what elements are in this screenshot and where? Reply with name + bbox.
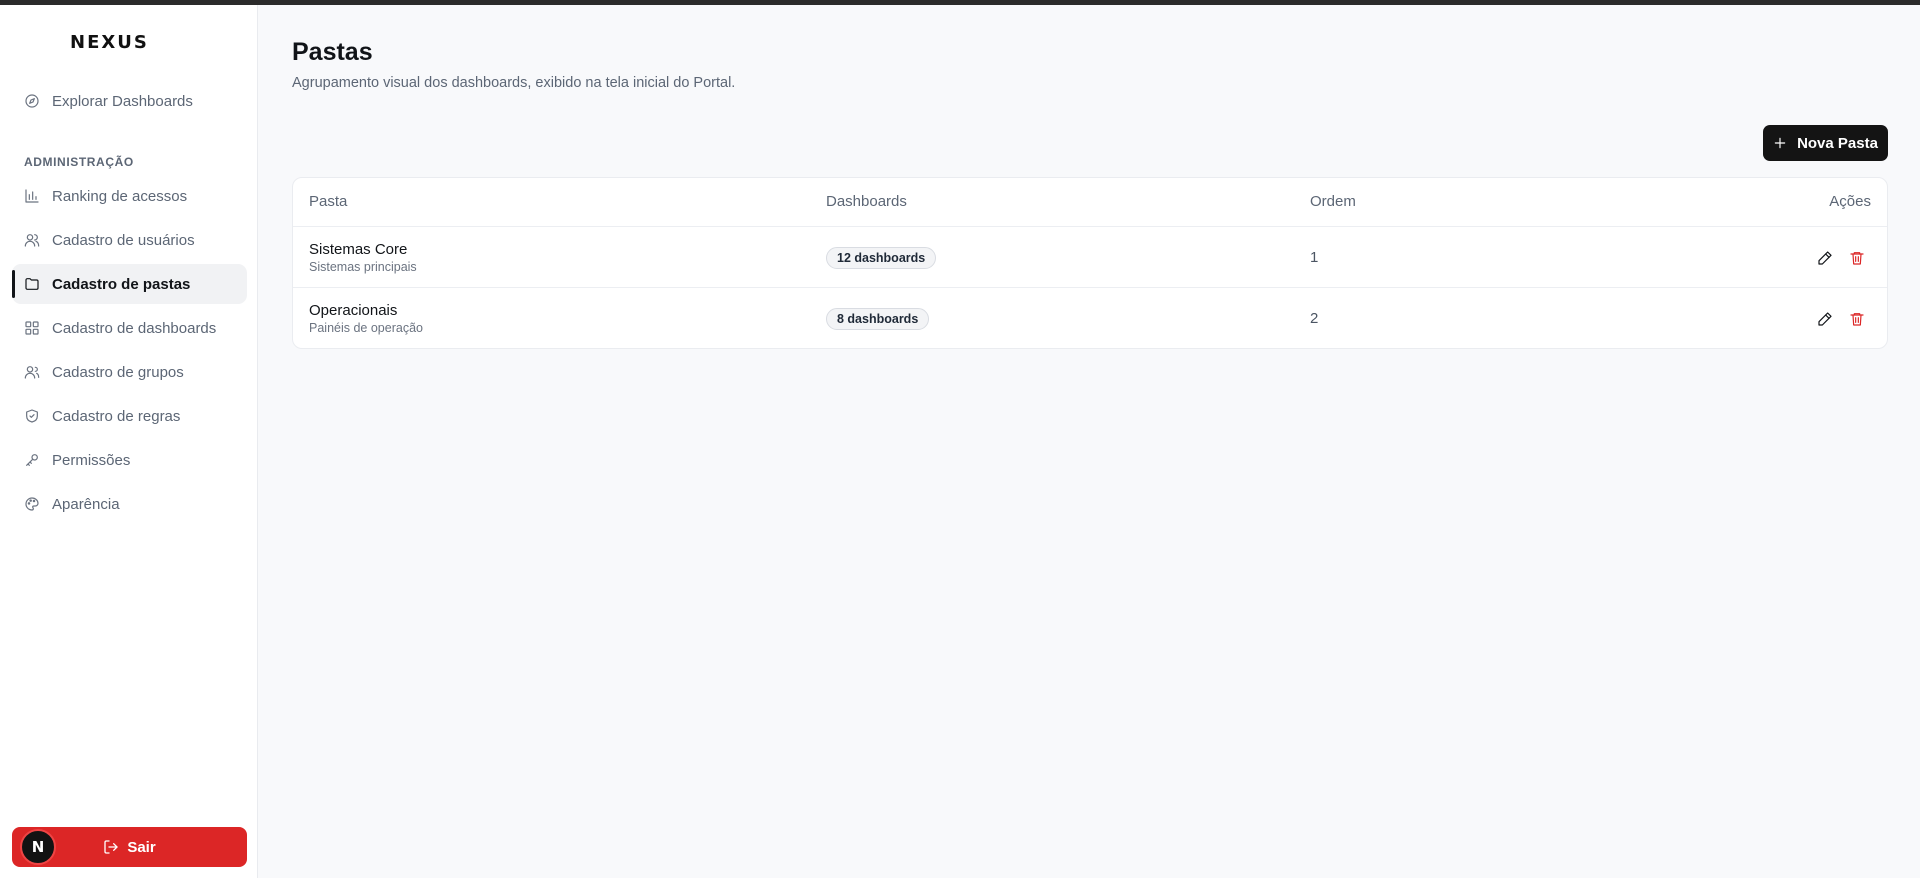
folder-order: 2 (1310, 310, 1319, 327)
logout-label: Sair (127, 838, 156, 856)
avatar[interactable]: N (20, 829, 56, 865)
sidebar-item-rules[interactable]: Cadastro de regras (12, 396, 247, 436)
app-logo: NEXUS (70, 32, 149, 53)
page-title: Pastas (292, 38, 373, 66)
folders-table: Pasta Dashboards Ordem Ações Sistemas Co… (292, 177, 1888, 349)
sidebar-item-label: Cadastro de dashboards (52, 319, 217, 337)
sidebar-item-dashboards[interactable]: Cadastro de dashboards (12, 308, 247, 348)
sidebar-item-label: Ranking de acessos (52, 187, 188, 205)
sidebar-item-label: Cadastro de pastas (52, 275, 191, 293)
delete-button[interactable] (1848, 249, 1866, 267)
edit-button[interactable] (1816, 249, 1834, 267)
sidebar-item-label: Cadastro de grupos (52, 363, 184, 381)
sidebar-item-ranking[interactable]: Ranking de acessos (12, 176, 247, 216)
sidebar-item-permissions[interactable]: Permissões (12, 440, 247, 480)
grid-icon (24, 320, 40, 336)
sidebar-item-folders[interactable]: Cadastro de pastas (12, 264, 247, 304)
pencil-icon (1818, 251, 1832, 265)
folder-description: Sistemas principais (309, 260, 417, 274)
sidebar-item-appearance[interactable]: Aparência (12, 484, 247, 524)
sidebar-item-label: Cadastro de regras (52, 407, 181, 425)
trash-icon (1850, 252, 1864, 265)
window-top-bar (0, 0, 1920, 5)
key-icon (24, 452, 40, 468)
sidebar: NEXUS Explorar Dashboards ADMINISTRAÇÃO … (0, 5, 258, 878)
dashboards-count-badge: 8 dashboards (826, 308, 930, 330)
logout-icon (104, 840, 118, 854)
edit-button[interactable] (1816, 310, 1834, 328)
column-header-order: Ordem (1310, 193, 1356, 210)
folder-icon (24, 276, 40, 292)
compass-icon (24, 93, 40, 109)
new-folder-label: Nova Pasta (1797, 134, 1878, 152)
plus-icon (1774, 137, 1786, 149)
sidebar-item-label: Explorar Dashboards (52, 92, 193, 110)
folder-description: Painéis de operação (309, 321, 423, 335)
trash-icon (1850, 313, 1864, 326)
folder-order: 1 (1310, 249, 1319, 266)
sidebar-item-explore-dashboards[interactable]: Explorar Dashboards (12, 81, 247, 121)
palette-icon (24, 496, 40, 512)
folder-name: Operacionais (309, 302, 398, 319)
delete-button[interactable] (1848, 310, 1866, 328)
sidebar-item-groups[interactable]: Cadastro de grupos (12, 352, 247, 392)
column-header-actions: Ações (1829, 193, 1871, 210)
sidebar-item-label: Cadastro de usuários (52, 231, 195, 249)
section-label-administration: ADMINISTRAÇÃO (24, 155, 134, 169)
sidebar-item-users[interactable]: Cadastro de usuários (12, 220, 247, 260)
column-header-dashboards: Dashboards (826, 193, 907, 210)
pencil-icon (1818, 312, 1832, 326)
table-row: Sistemas Core Sistemas principais 12 das… (293, 227, 1887, 288)
sidebar-item-label: Permissões (52, 451, 131, 469)
table-row: Operacionais Painéis de operação 8 dashb… (293, 288, 1887, 348)
column-header-folder: Pasta (309, 193, 348, 210)
new-folder-button[interactable]: Nova Pasta (1763, 125, 1888, 161)
sidebar-item-label: Aparência (52, 495, 120, 513)
shield-check-icon (24, 408, 40, 424)
table-header: Pasta Dashboards Ordem Ações (293, 178, 1887, 227)
users-icon (24, 232, 40, 248)
dashboards-count-badge: 12 dashboards (826, 247, 937, 269)
group-icon (24, 364, 40, 380)
page-subtitle: Agrupamento visual dos dashboards, exibi… (292, 75, 736, 91)
folder-name: Sistemas Core (309, 241, 408, 258)
bar-chart-icon (24, 188, 40, 204)
